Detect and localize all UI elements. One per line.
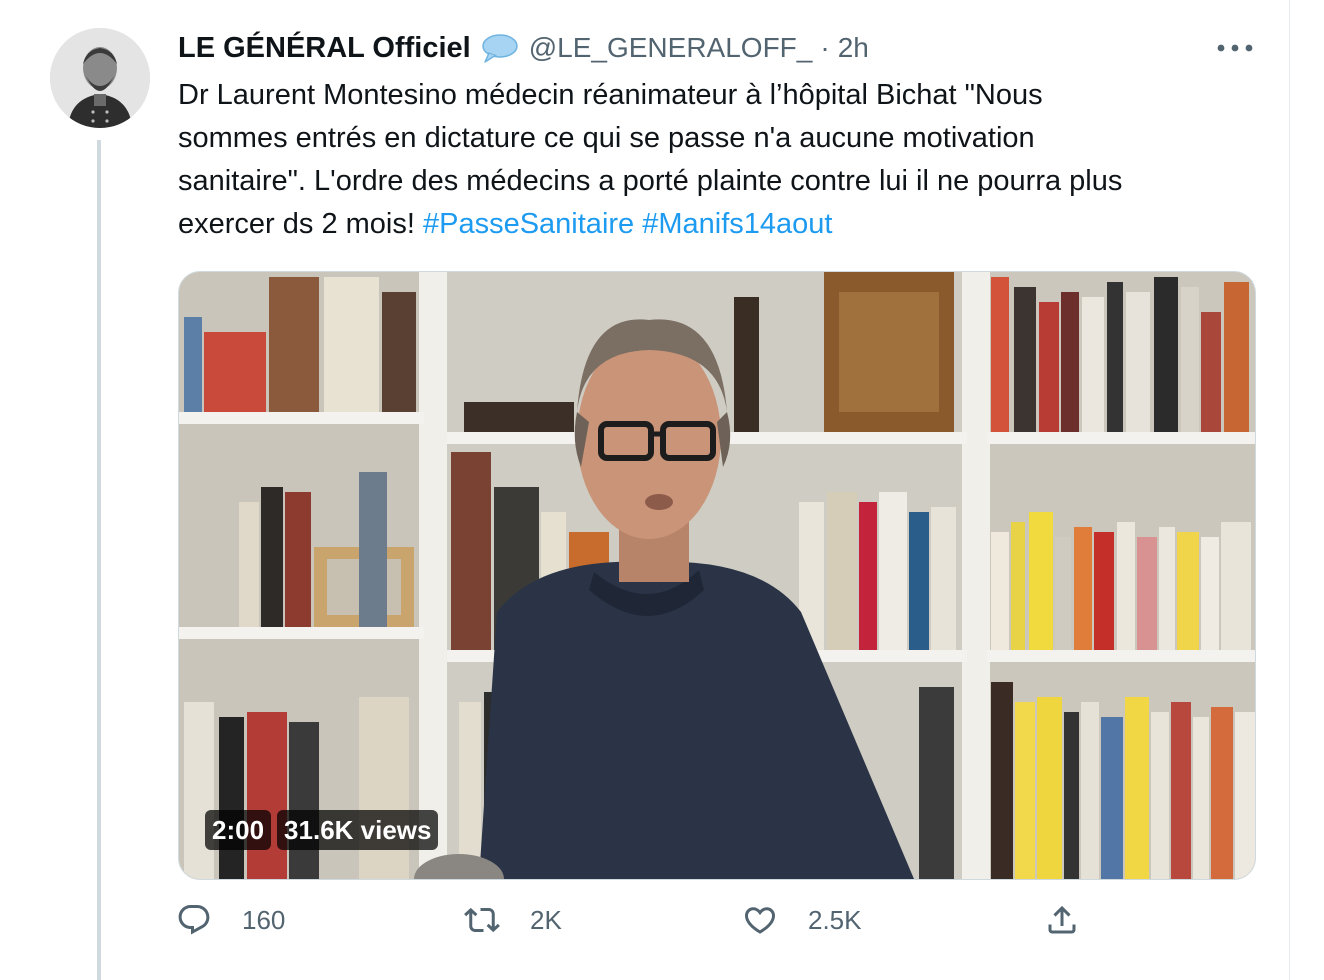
tweet-text-last-line: exercer ds 2 mois! #PasseSanitaire #Mani… <box>178 203 1268 246</box>
video-duration: 2:00 <box>205 810 272 850</box>
separator: · <box>820 32 830 63</box>
like-count: 2.5K <box>808 904 862 935</box>
user-handle[interactable]: @LE_GENERALOFF_ <box>529 32 813 64</box>
hashtag-link[interactable]: #Manifs14aout <box>642 208 832 240</box>
reply-icon <box>178 905 210 935</box>
tweet-text-line: exercer ds 2 mois! <box>178 208 423 240</box>
more-icon <box>1217 44 1253 52</box>
tweet-actions: 160 2K 2.5K <box>176 902 1096 952</box>
tweet-text-line: sommes entrés en dictature ce qui se pas… <box>178 122 1035 154</box>
video-player[interactable] <box>178 271 1256 880</box>
tweet-text-line: sanitaire". L'ordre des médecins a porté… <box>178 165 1123 197</box>
reply-button[interactable]: 160 <box>176 902 285 938</box>
retweet-icon <box>464 907 500 933</box>
like-button[interactable]: 2.5K <box>742 902 862 938</box>
tweet-text: Dr Laurent Montesino médecin réanimateur… <box>178 74 1268 246</box>
tweet-text-line: Dr Laurent Montesino médecin réanimateur… <box>178 79 1043 111</box>
avatar[interactable] <box>50 28 150 128</box>
share-button[interactable] <box>1044 902 1080 938</box>
display-name[interactable]: LE GÉNÉRAL Officiel <box>178 32 471 65</box>
share-icon <box>1048 905 1076 934</box>
heart-icon <box>744 907 776 934</box>
divider <box>1289 0 1290 980</box>
hashtag-link[interactable]: #PasseSanitaire <box>423 208 634 240</box>
more-options-button[interactable] <box>1213 32 1257 64</box>
thread-line <box>97 140 101 980</box>
speech-bubble-icon <box>481 33 519 63</box>
retweet-count: 2K <box>530 904 562 935</box>
video-thumbnail <box>179 272 1255 879</box>
tweet-card[interactable]: LE GÉNÉRAL Officiel @LE_GENERALOFF_ · 2h… <box>0 0 1324 980</box>
reply-count: 160 <box>242 904 286 935</box>
retweet-button[interactable]: 2K <box>464 902 562 938</box>
tweet-header: LE GÉNÉRAL Officiel @LE_GENERALOFF_ · 2h <box>178 26 869 70</box>
video-meta: 2:00 31.6K views <box>205 810 439 850</box>
timestamp[interactable]: 2h <box>838 32 869 64</box>
video-views: 31.6K views <box>277 810 439 850</box>
